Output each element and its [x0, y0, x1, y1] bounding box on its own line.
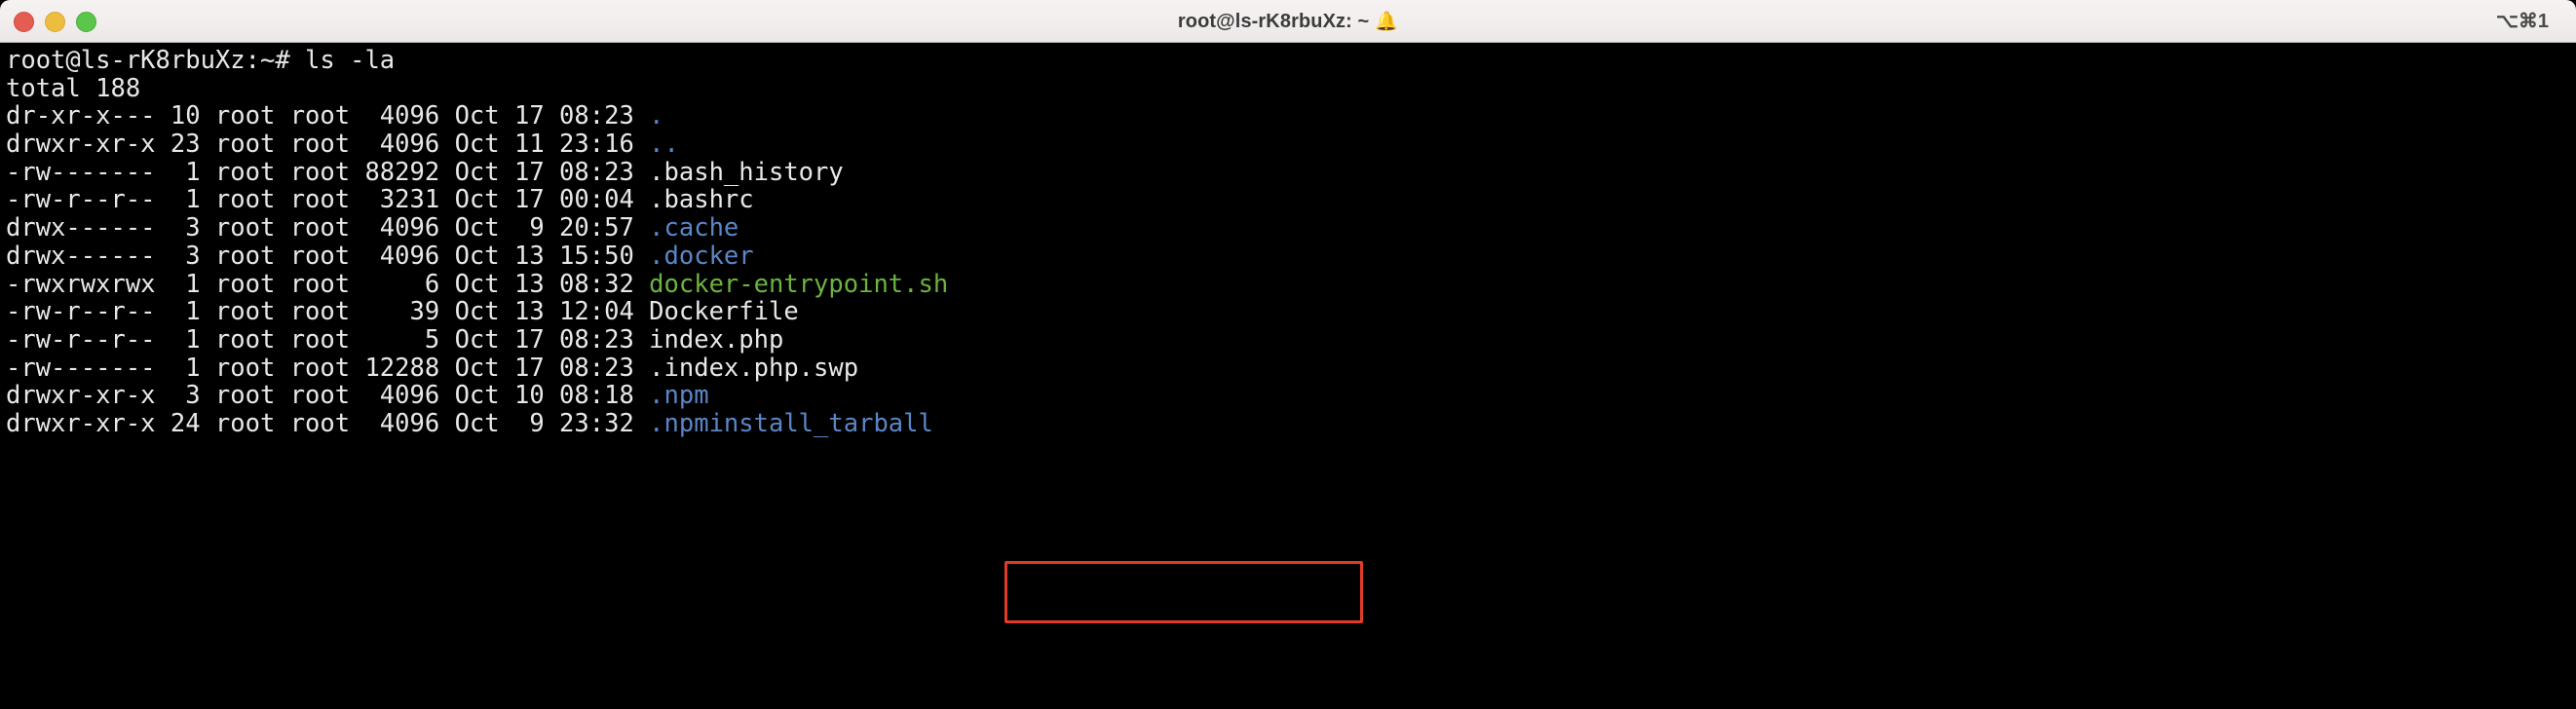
bell-icon: 🔔: [1375, 10, 1399, 32]
file-name: .npm: [649, 381, 709, 411]
file-name: index.php: [649, 324, 784, 354]
maximize-button[interactable]: [76, 11, 96, 32]
terminal-body[interactable]: root@ls-rK8rbuXz:~# ls -la total 188 dr-xr…: [0, 43, 2576, 709]
window-controls: [14, 0, 96, 43]
table-row: drwx------ 3 root root 4096 Oct 9 20:57 …: [6, 214, 2576, 243]
file-meta: -rw-r--r-- 1 root root 39 Oct 13 12:04: [6, 297, 650, 327]
window-shortcut-hint: ⌥⌘1: [2495, 11, 2549, 32]
table-row: -rwxrwxrwx 1 root root 6 Oct 13 08:32 do…: [6, 269, 2576, 299]
file-name: .bash_history: [649, 157, 844, 187]
highlight-box: [1004, 561, 1363, 623]
file-meta: dr-xr-x--- 10 root root 4096 Oct 17 08:2…: [6, 101, 650, 131]
table-row: drwxr-xr-x 23 root root 4096 Oct 11 23:1…: [6, 131, 2576, 159]
file-meta: drwxr-xr-x 24 root root 4096 Oct 9 23:32: [6, 408, 650, 438]
table-row: -rw-r--r-- 1 root root 3231 Oct 17 00:04…: [6, 186, 2576, 214]
table-row: -rw------- 1 root root 88292 Oct 17 08:2…: [6, 157, 2576, 187]
file-meta: -rw-r--r-- 1 root root 5 Oct 17 08:23: [6, 324, 650, 354]
file-name: .bashrc: [649, 185, 754, 215]
file-meta: drwxr-xr-x 23 root root 4096 Oct 11 23:1…: [6, 130, 650, 160]
file-meta: -rw------- 1 root root 12288 Oct 17 08:2…: [6, 353, 650, 383]
file-name: .npminstall_tarball: [649, 408, 933, 438]
table-row: -rw-r--r-- 1 root root 5 Oct 17 08:23 in…: [6, 326, 2576, 354]
file-name: .index.php.swp: [649, 353, 859, 383]
file-meta: -rwxrwxrwx 1 root root 6 Oct 13 08:32: [6, 269, 650, 299]
table-row: -rw------- 1 root root 12288 Oct 17 08:2…: [6, 354, 2576, 383]
file-name: Dockerfile: [649, 297, 799, 327]
table-row: -rw-r--r-- 1 root root 39 Oct 13 12:04 D…: [6, 298, 2576, 326]
terminal-window: root@ls-rK8rbuXz: ~ 🔔 ⌥⌘1 root@ls-rK8rbuX…: [0, 0, 2576, 709]
table-row: drwxr-xr-x 3 root root 4096 Oct 10 08:18…: [6, 382, 2576, 410]
close-button[interactable]: [14, 11, 34, 32]
file-name: .docker: [649, 241, 754, 271]
minimize-button[interactable]: [45, 11, 65, 32]
file-meta: -rw-r--r-- 1 root root 3231 Oct 17 00:04: [6, 185, 650, 215]
terminal-screen: root@ls-rK8rbuXz:~# ls -la total 188 dr-xr…: [6, 47, 2576, 438]
file-meta: -rw------- 1 root root 88292 Oct 17 08:2…: [6, 157, 650, 187]
shell-prompt: root@ls-rK8rbuXz:~#: [6, 46, 306, 75]
command-line: root@ls-rK8rbuXz:~# ls -la: [6, 47, 2576, 75]
file-name: docker-entrypoint.sh: [649, 269, 949, 299]
window-title-text: root@ls-rK8rbuXz: ~: [1177, 10, 1370, 32]
table-row: dr-xr-x--- 10 root root 4096 Oct 17 08:2…: [6, 102, 2576, 131]
file-name: .: [649, 101, 664, 131]
table-row: drwxr-xr-x 24 root root 4096 Oct 9 23:32…: [6, 410, 2576, 438]
total-line: total 188: [6, 73, 2576, 103]
table-row: drwx------ 3 root root 4096 Oct 13 15:50…: [6, 241, 2576, 271]
total-line: total 188: [6, 73, 141, 103]
file-meta: drwx------ 3 root root 4096 Oct 9 20:57: [6, 213, 650, 243]
file-name: ..: [649, 130, 679, 160]
file-name: .cache: [649, 213, 739, 243]
shell-command: ls -la: [305, 46, 396, 75]
title-bar[interactable]: root@ls-rK8rbuXz: ~ 🔔 ⌥⌘1: [0, 0, 2576, 43]
file-meta: drwx------ 3 root root 4096 Oct 13 15:50: [6, 241, 650, 271]
file-meta: drwxr-xr-x 3 root root 4096 Oct 10 08:18: [6, 381, 650, 411]
window-title: root@ls-rK8rbuXz: ~ 🔔: [0, 0, 2576, 43]
